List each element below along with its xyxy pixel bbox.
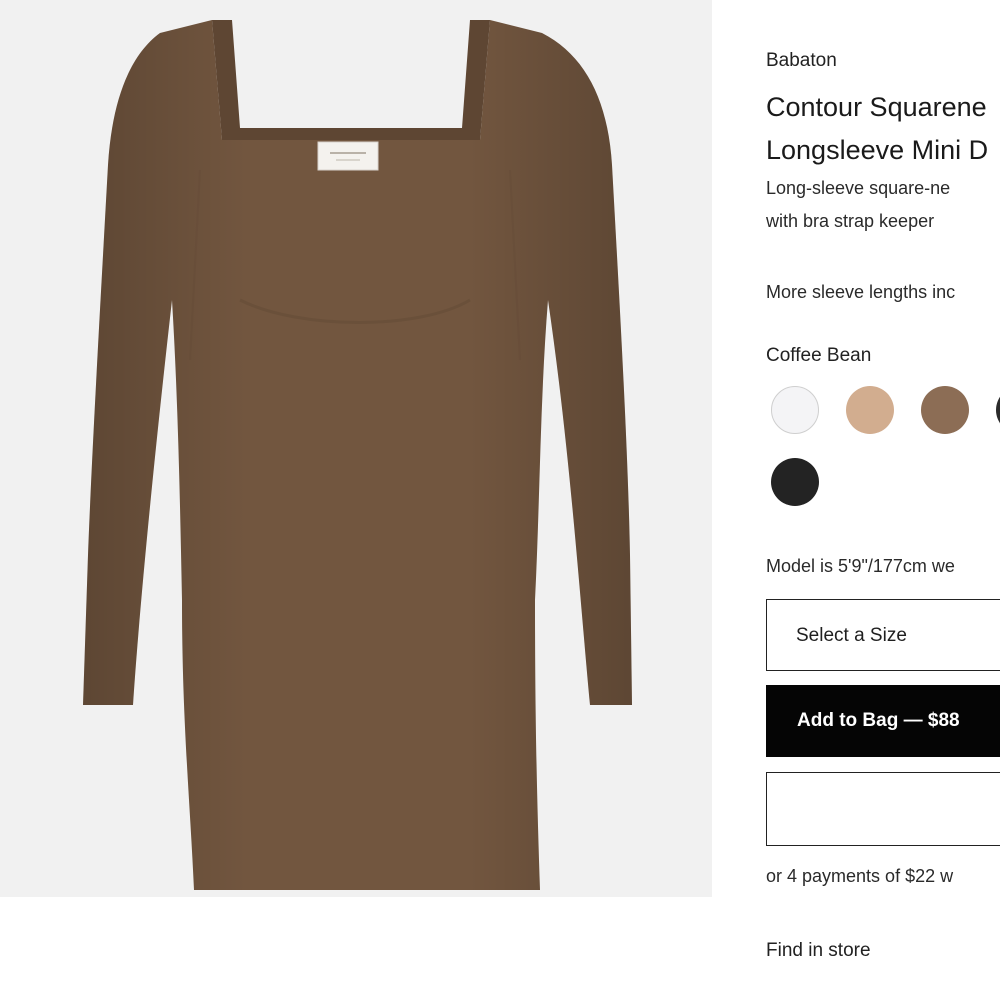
product-title: Contour Squarene Longsleeve Mini D <box>766 86 1000 172</box>
product-title-line-1: Contour Squarene <box>766 92 987 122</box>
swatch-white[interactable] <box>768 383 822 437</box>
swatch-coffee-bean[interactable] <box>918 383 972 437</box>
swatch-black[interactable] <box>768 455 822 509</box>
swatch-black-fill <box>771 458 819 506</box>
add-to-bag-button[interactable]: Add to Bag — $88 <box>766 685 1000 757</box>
brand-name[interactable]: Babaton <box>766 50 837 72</box>
swatch-coffee-bean-fill <box>921 386 969 434</box>
swatch-partial-fill <box>996 386 1000 434</box>
product-details: Babaton Contour Squarene Longsleeve Mini… <box>766 0 1000 1000</box>
product-title-line-2: Longsleeve Mini D <box>766 135 989 165</box>
add-to-bag-label: Add to Bag — $88 <box>797 710 960 731</box>
swatch-partial[interactable] <box>993 383 1000 437</box>
selected-color-name: Coffee Bean <box>766 345 872 366</box>
find-in-store-link[interactable]: Find in store <box>766 940 871 962</box>
sleeve-lengths-note[interactable]: More sleeve lengths inc <box>766 282 955 303</box>
swatch-nude[interactable] <box>843 383 897 437</box>
product-description: Long-sleeve square-ne with bra strap kee… <box>766 172 1000 238</box>
swatch-white-fill <box>771 386 819 434</box>
product-image[interactable] <box>0 0 712 897</box>
swatch-nude-fill <box>846 386 894 434</box>
size-select[interactable]: Select a Size <box>766 599 1000 671</box>
payments-note: or 4 payments of $22 w <box>766 866 954 886</box>
size-select-label: Select a Size <box>796 625 907 646</box>
product-description-line-1: Long-sleeve square-ne <box>766 178 951 198</box>
model-info: Model is 5'9"/177cm we <box>766 556 955 576</box>
product-description-line-2: with bra strap keeper <box>766 211 935 231</box>
dress-image <box>83 20 632 890</box>
secondary-button[interactable] <box>766 772 1000 846</box>
